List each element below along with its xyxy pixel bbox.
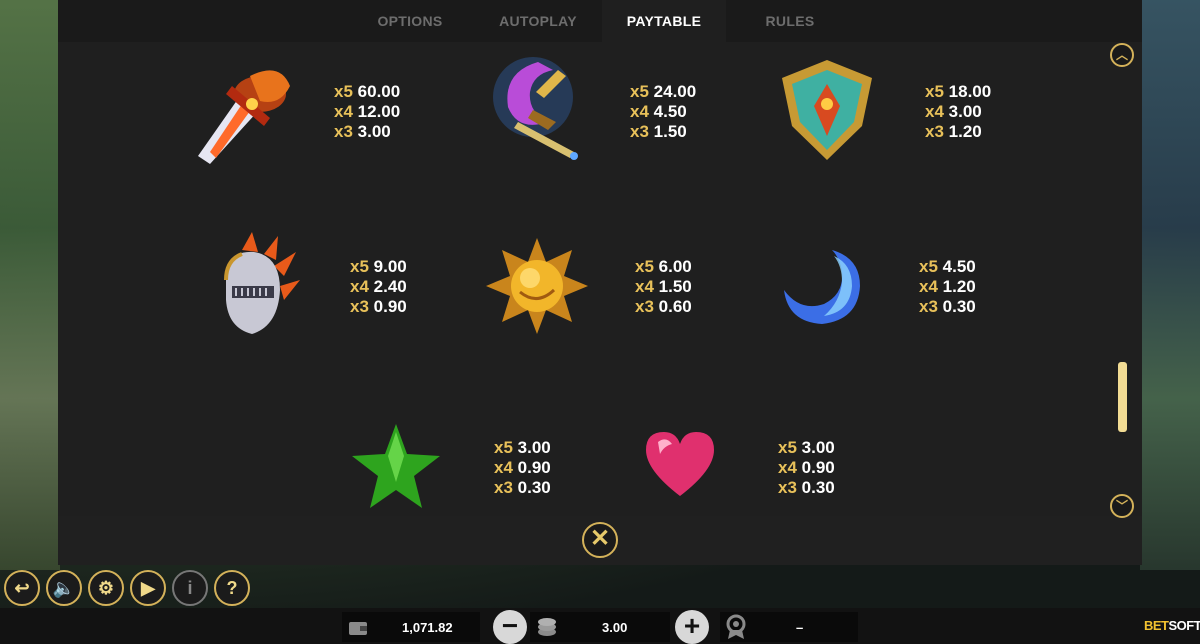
moon-icon (784, 250, 860, 324)
scrollbar-thumb[interactable] (1118, 362, 1127, 432)
help-icon[interactable]: ? (214, 570, 250, 606)
scroll-down-button[interactable]: ﹀ (1110, 494, 1134, 518)
decrease-bet-button[interactable]: − (493, 610, 527, 644)
coins-icon (538, 618, 556, 636)
sword-icon (198, 70, 290, 164)
award-icon (726, 614, 746, 639)
pays-heart: x5 3.00 x4 0.90 x3 0.30 (778, 438, 835, 497)
tab-rules[interactable]: RULES (728, 0, 852, 42)
background-left (0, 0, 60, 570)
sound-icon[interactable]: 🔈 (46, 570, 82, 606)
scroll-up-button[interactable]: ︿ (1110, 43, 1134, 67)
star-icon (352, 424, 440, 508)
betsoft-logo: BETSOFT (1144, 618, 1200, 633)
close-button[interactable]: ✕ (582, 522, 618, 558)
helmet-icon (224, 232, 300, 334)
gear-icon[interactable]: ⚙ (88, 570, 124, 606)
autoplay-icon[interactable]: ▶ (130, 570, 166, 606)
win-value: – (796, 620, 804, 635)
tab-options[interactable]: OPTIONS (348, 0, 472, 42)
pays-moon: x5 4.50 x4 1.20 x3 0.30 (919, 257, 976, 316)
tab-paytable[interactable]: PAYTABLE (602, 0, 726, 42)
sun-icon (486, 238, 588, 334)
info-icon[interactable]: i (172, 570, 208, 606)
shield-icon (782, 60, 872, 160)
background-right (1140, 0, 1200, 570)
pays-sun: x5 6.00 x4 1.50 x3 0.60 (635, 257, 692, 316)
pays-helmet: x5 9.00 x4 2.40 x3 0.90 (350, 257, 407, 316)
pays-star: x5 3.00 x4 0.90 x3 0.30 (494, 438, 551, 497)
tab-autoplay[interactable]: AUTOPLAY (476, 0, 600, 42)
back-icon[interactable]: ↩ (4, 570, 40, 606)
scrollbar-track[interactable] (1118, 70, 1126, 496)
staff-icon (493, 57, 578, 160)
tab-bar: OPTIONS AUTOPLAY PAYTABLE RULES (58, 0, 1142, 42)
wallet-icon (349, 622, 367, 635)
balance-value: 1,071.82 (402, 620, 453, 635)
pays-shield: x5 18.00 x4 3.00 x3 1.20 (925, 82, 992, 141)
pays-staff: x5 24.00 x4 4.50 x3 1.50 (630, 82, 697, 141)
bet-value: 3.00 (602, 620, 628, 635)
heart-icon (646, 432, 714, 496)
pays-sword: x5 60.00 x4 12.00 x3 3.00 (334, 82, 401, 141)
increase-bet-button[interactable]: + (675, 610, 709, 644)
